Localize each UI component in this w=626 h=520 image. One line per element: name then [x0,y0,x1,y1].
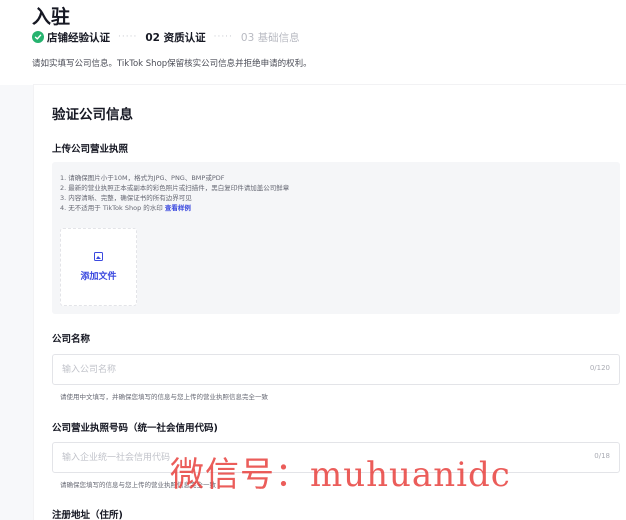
step-separator: ····· [213,32,233,42]
upload-hint: 1. 请确保图片小于10M，格式为JPG、PNG、BMP或PDF [60,174,225,182]
step-label: 店铺经验认证 [47,31,110,44]
company-name-field[interactable]: 0/120 [52,354,620,385]
add-file-button[interactable]: 添加文件 [60,228,137,306]
view-sample-link[interactable]: 查看样例 [165,204,191,212]
page-title: 入驻 [32,6,71,28]
upload-hint: 2. 最新的营业执照正本或副本的彩色照片或扫描件，黑白复印件请加盖公司鲜章 [60,184,290,192]
char-counter: 0/18 [594,452,610,460]
step-store-verification: 店铺经验认证 [32,30,110,45]
license-number-label: 公司营业执照号码（统一社会信用代码) [52,423,218,434]
check-circle-icon [32,31,44,43]
company-name-label: 公司名称 [52,334,91,345]
char-counter: 0/120 [589,364,610,372]
address-label: 注册地址（住所) [52,510,123,520]
step-separator: ····· [118,32,138,42]
upload-hint: 3. 内容清晰、完整，确保证书的所有边界可见 [60,194,192,202]
image-icon [94,252,103,261]
upload-hint: 4. 无不适用于 TikTok Shop 的水印 查看样例 [60,202,191,212]
company-name-helper: 请使用中文填写，并确保您填写的信息与您上传的营业执照信息完全一致 [60,393,268,401]
add-file-label: 添加文件 [80,272,117,282]
page-gutter [0,85,34,520]
stepper: 店铺经验认证 ····· 02 资质认证 ····· 03 基础信息 [32,29,300,45]
step-basic-info: 03 基础信息 [240,31,300,44]
license-upload-label: 上传公司营业执照 [52,144,129,155]
notice-text: 请如实填写公司信息。TikTok Shop保留核实公司信息并拒绝申请的权利。 [32,59,312,69]
step-qualification: 02 资质认证 [145,31,206,44]
upload-hint-text: 4. 无不适用于 TikTok Shop 的水印 [60,204,163,212]
company-name-input[interactable] [62,355,542,384]
watermark-text: 微信号：muhuanidc [170,455,511,495]
section-title: 验证公司信息 [52,107,133,123]
